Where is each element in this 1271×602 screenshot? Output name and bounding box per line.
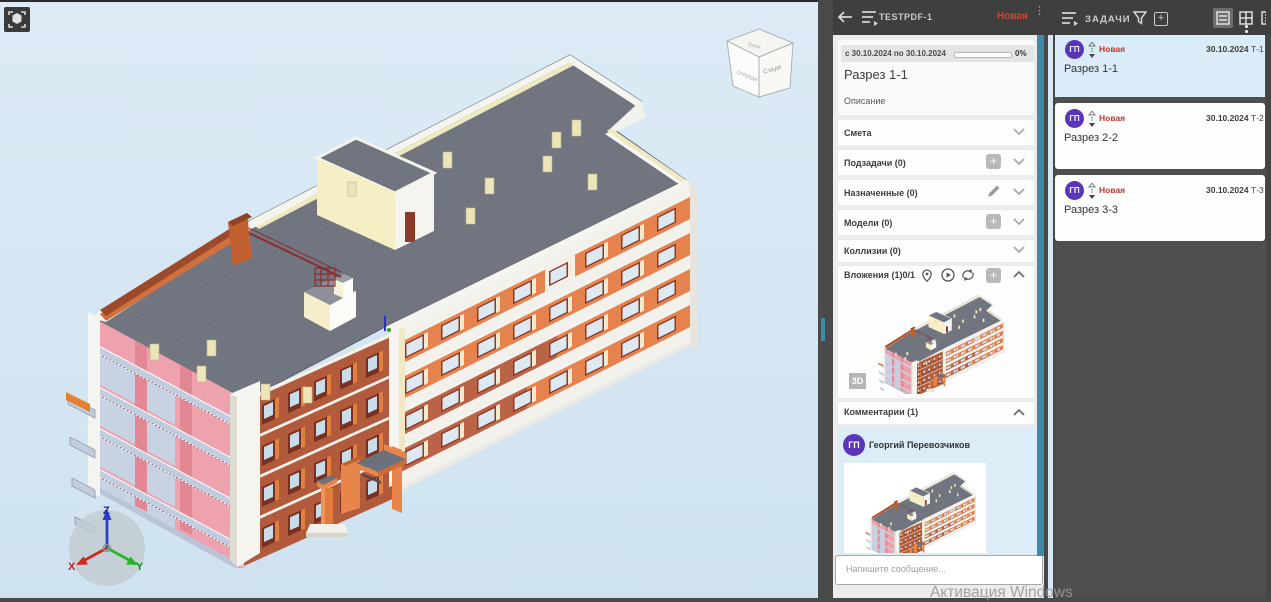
svg-text:Z: Z	[103, 505, 110, 517]
svg-text:X: X	[68, 561, 76, 573]
svg-text:Y: Y	[136, 561, 144, 573]
